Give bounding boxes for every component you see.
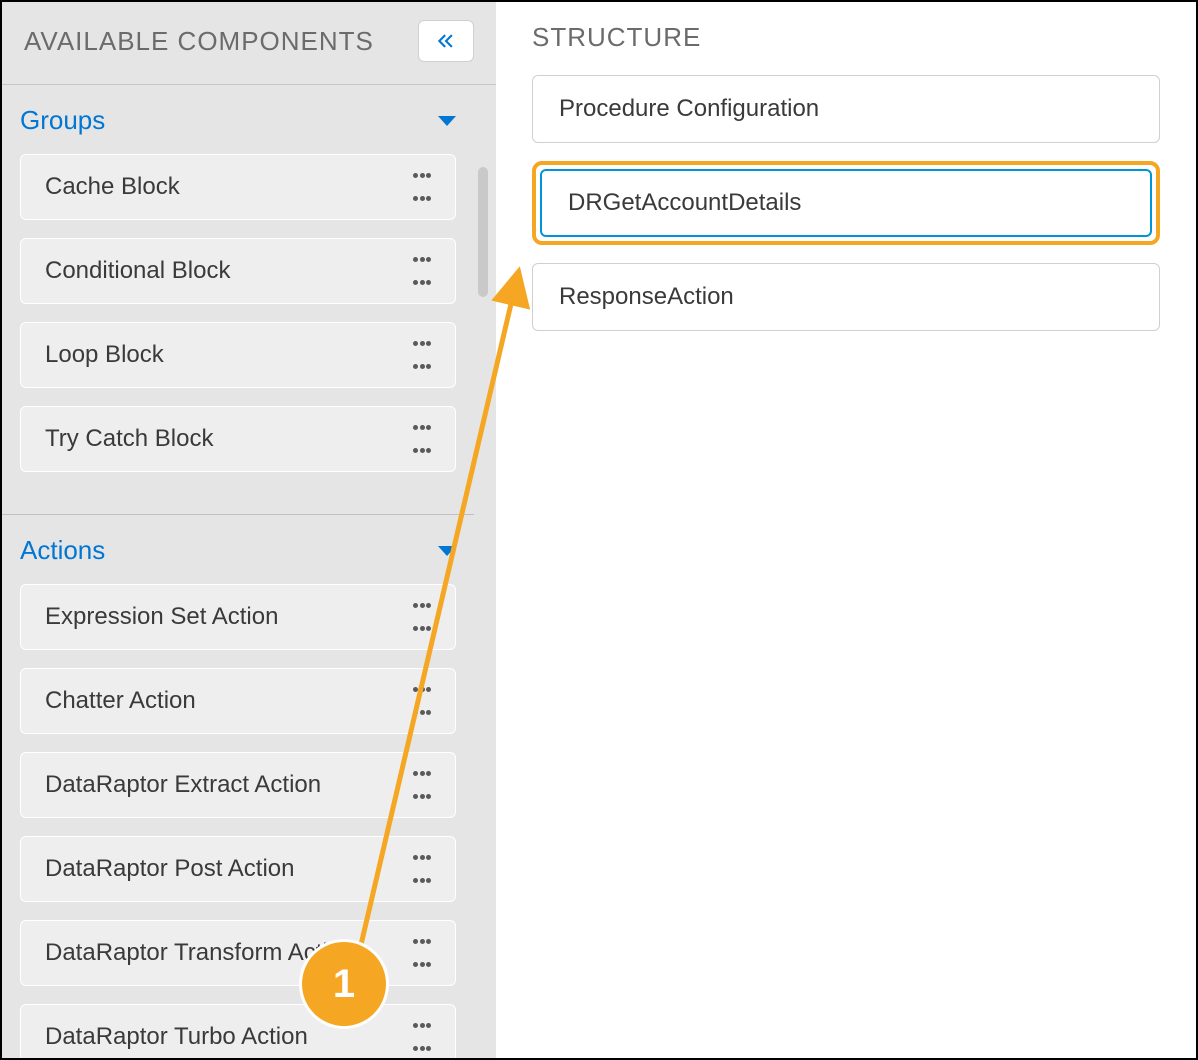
component-dataraptor-turbo-action[interactable]: DataRaptor Turbo Action [20,1004,456,1058]
structure-item-drgetaccountdetails[interactable]: DRGetAccountDetails [540,169,1152,237]
sidebar-scrollbar[interactable] [478,167,488,297]
chevron-down-icon [438,546,456,556]
component-dataraptor-transform-action[interactable]: DataRaptor Transform Action [20,920,456,986]
drag-handle-icon[interactable] [413,855,431,883]
double-chevron-left-icon [436,31,456,51]
component-label: Conditional Block [45,257,230,285]
drag-handle-icon[interactable] [413,1023,431,1051]
component-dataraptor-post-action[interactable]: DataRaptor Post Action [20,836,456,902]
structure-panel: STRUCTURE Procedure Configuration DRGetA… [496,2,1196,1058]
component-label: Chatter Action [45,687,196,715]
structure-list: Procedure Configuration DRGetAccountDeta… [532,75,1160,331]
component-label: Cache Block [45,173,180,201]
sidebar-title: AVAILABLE COMPONENTS [24,26,374,57]
component-label: Try Catch Block [45,425,213,453]
actions-title: Actions [20,535,105,566]
chevron-down-icon [438,116,456,126]
component-try-catch-block[interactable]: Try Catch Block [20,406,456,472]
groups-title: Groups [20,105,105,136]
component-expression-set-action[interactable]: Expression Set Action [20,584,456,650]
groups-item-list: Cache Block Conditional Block Loop Block… [2,150,474,480]
component-label: DataRaptor Turbo Action [45,1023,308,1051]
structure-item-responseaction[interactable]: ResponseAction [532,263,1160,331]
component-label: DataRaptor Transform Action [45,939,354,967]
component-conditional-block[interactable]: Conditional Block [20,238,456,304]
component-loop-block[interactable]: Loop Block [20,322,456,388]
component-label: DataRaptor Post Action [45,855,294,883]
structure-item-highlight: DRGetAccountDetails [532,161,1160,245]
drag-handle-icon[interactable] [413,341,431,369]
structure-title: STRUCTURE [532,16,1160,75]
actions-header[interactable]: Actions [2,515,474,580]
drag-handle-icon[interactable] [413,687,431,715]
component-chatter-action[interactable]: Chatter Action [20,668,456,734]
component-label: Expression Set Action [45,603,278,631]
component-label: Loop Block [45,341,164,369]
group-section-actions: Actions Expression Set Action Chatter Ac… [2,514,474,1058]
collapse-sidebar-button[interactable] [418,20,474,62]
structure-item-label: ResponseAction [559,283,734,311]
sidebar-header: AVAILABLE COMPONENTS [2,2,496,85]
groups-header[interactable]: Groups [2,85,474,150]
component-label: DataRaptor Extract Action [45,771,321,799]
drag-handle-icon[interactable] [413,173,431,201]
group-section-groups: Groups Cache Block Conditional Block Loo… [2,85,474,514]
component-dataraptor-extract-action[interactable]: DataRaptor Extract Action [20,752,456,818]
available-components-panel: AVAILABLE COMPONENTS Groups Cache Block [2,2,496,1058]
structure-item-label: Procedure Configuration [559,95,819,123]
sidebar-body: Groups Cache Block Conditional Block Loo… [2,85,496,1058]
actions-item-list: Expression Set Action Chatter Action Dat… [2,580,474,1058]
drag-handle-icon[interactable] [413,425,431,453]
drag-handle-icon[interactable] [413,257,431,285]
structure-item-label: DRGetAccountDetails [568,189,801,217]
drag-handle-icon[interactable] [413,939,431,967]
component-cache-block[interactable]: Cache Block [20,154,456,220]
drag-handle-icon[interactable] [413,603,431,631]
structure-item-procedure-configuration[interactable]: Procedure Configuration [532,75,1160,143]
drag-handle-icon[interactable] [413,771,431,799]
